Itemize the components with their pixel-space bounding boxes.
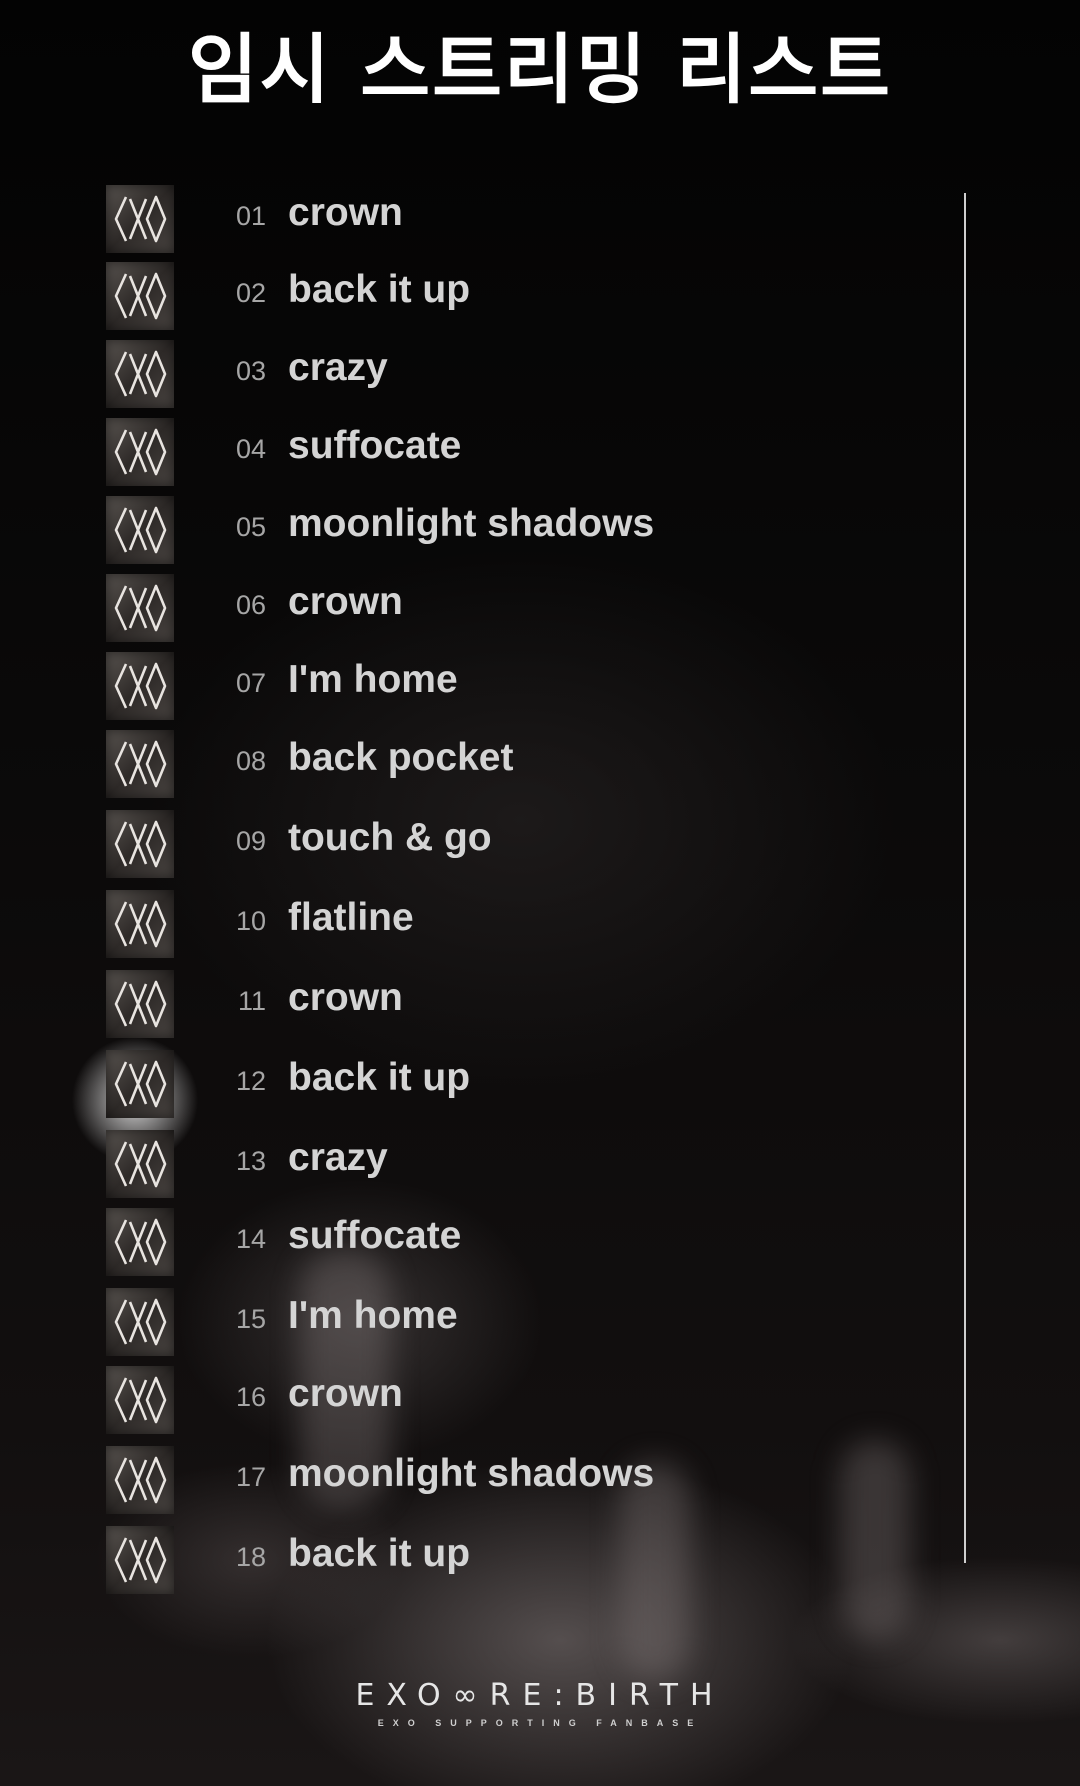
track-title: flatline [288, 896, 414, 939]
track-row[interactable]: 16 crown [106, 1366, 906, 1434]
album-thumbnail [106, 652, 174, 720]
fanbase-subtitle: EXO SUPPORTING FANBASE [377, 1718, 703, 1728]
album-thumbnail [106, 1208, 174, 1276]
exo-logo-icon [114, 1536, 167, 1584]
exo-logo-icon [114, 1298, 167, 1346]
track-number: 15 [235, 1304, 266, 1334]
track-title: touch & go [288, 816, 492, 859]
album-thumbnail [106, 730, 174, 798]
track-title: back it up [288, 1532, 471, 1575]
track-title: moonlight shadows [288, 1452, 655, 1495]
album-thumbnail [106, 810, 174, 878]
track-number: 16 [235, 1382, 266, 1412]
track-number: 03 [235, 356, 266, 386]
fanbase-logo: EXO∞RE:BIRTH [355, 1678, 725, 1713]
exo-logo-icon [114, 272, 167, 320]
track-row[interactable]: 18 back it up [106, 1526, 906, 1594]
track-number: 04 [235, 434, 266, 464]
album-thumbnail [106, 1130, 174, 1198]
exo-logo-icon [114, 1060, 167, 1108]
track-number: 01 [235, 201, 266, 231]
album-thumbnail [106, 1526, 174, 1594]
track-row[interactable]: 04 suffocate [106, 418, 906, 486]
album-thumbnail [106, 574, 174, 642]
track-row[interactable]: 09 touch & go [106, 810, 906, 878]
album-thumbnail [106, 890, 174, 958]
track-row[interactable]: 10 flatline [106, 890, 906, 958]
album-thumbnail [106, 1288, 174, 1356]
track-row[interactable]: 17 moonlight shadows [106, 1446, 906, 1514]
exo-logo-icon [114, 1456, 167, 1504]
album-thumbnail [106, 496, 174, 564]
exo-logo-icon [114, 820, 167, 868]
track-title: suffocate [288, 1214, 462, 1257]
track-title: crown [288, 1372, 403, 1415]
track-number: 11 [237, 986, 266, 1016]
track-title: crown [288, 976, 403, 1019]
track-row[interactable]: 07 I'm home [106, 652, 906, 720]
track-row[interactable]: 03 crazy [106, 340, 906, 408]
album-thumbnail [106, 1366, 174, 1434]
exo-logo-icon [114, 195, 167, 243]
album-thumbnail [106, 340, 174, 408]
track-number: 06 [235, 590, 266, 620]
exo-logo-icon [114, 1376, 167, 1424]
exo-logo-icon [114, 980, 167, 1028]
track-row[interactable]: 13 crazy [106, 1130, 906, 1198]
exo-logo-icon [114, 506, 167, 554]
track-title: I'm home [288, 658, 458, 701]
track-number: 18 [235, 1542, 266, 1572]
track-number: 05 [235, 512, 266, 542]
exo-logo-icon [114, 662, 167, 710]
track-row[interactable]: 02 back it up [106, 262, 906, 330]
track-row[interactable]: 08 back pocket [106, 730, 906, 798]
track-row[interactable]: 11 crown [106, 970, 906, 1038]
track-number: 09 [235, 826, 266, 856]
track-number: 02 [235, 278, 266, 308]
track-title: back it up [288, 268, 471, 311]
track-number: 17 [235, 1462, 266, 1492]
track-row[interactable]: 12 back it up [106, 1050, 906, 1118]
track-row[interactable]: 14 suffocate [106, 1208, 906, 1276]
exo-logo-icon [114, 1218, 167, 1266]
track-title: crazy [288, 346, 388, 389]
track-row[interactable]: 05 moonlight shadows [106, 496, 906, 564]
exo-logo-icon [114, 740, 167, 788]
scrollbar[interactable] [964, 193, 966, 1563]
album-thumbnail [106, 185, 174, 253]
album-thumbnail [106, 262, 174, 330]
track-number: 07 [235, 668, 266, 698]
track-title: I'm home [288, 1294, 458, 1337]
track-title: back it up [288, 1056, 471, 1099]
track-title: crown [288, 580, 403, 623]
track-title: back pocket [288, 736, 514, 779]
streaming-list-page: 임시 스트리밍 리스트 01 crown 02 back it up 03 crazy 04… [0, 0, 1080, 1786]
exo-logo-icon [114, 900, 167, 948]
track-number: 13 [235, 1146, 266, 1176]
track-title: moonlight shadows [288, 502, 655, 545]
track-number: 12 [235, 1066, 266, 1096]
track-title: suffocate [288, 424, 462, 467]
exo-logo-icon [114, 350, 167, 398]
exo-logo-icon [114, 584, 167, 632]
exo-logo-icon [114, 428, 167, 476]
track-row[interactable]: 01 crown [106, 185, 906, 253]
track-title: crown [288, 191, 403, 234]
exo-logo-icon [114, 1140, 167, 1188]
track-row[interactable]: 15 I'm home [106, 1288, 906, 1356]
album-thumbnail [106, 1050, 174, 1118]
track-number: 14 [235, 1224, 266, 1254]
album-thumbnail [106, 1446, 174, 1514]
track-list: 01 crown 02 back it up 03 crazy 04 suffocate 05 m… [0, 0, 1080, 1786]
track-title: crazy [288, 1136, 388, 1179]
track-number: 10 [235, 906, 266, 936]
album-thumbnail [106, 970, 174, 1038]
track-number: 08 [235, 746, 266, 776]
album-thumbnail [106, 418, 174, 486]
track-row[interactable]: 06 crown [106, 574, 906, 642]
